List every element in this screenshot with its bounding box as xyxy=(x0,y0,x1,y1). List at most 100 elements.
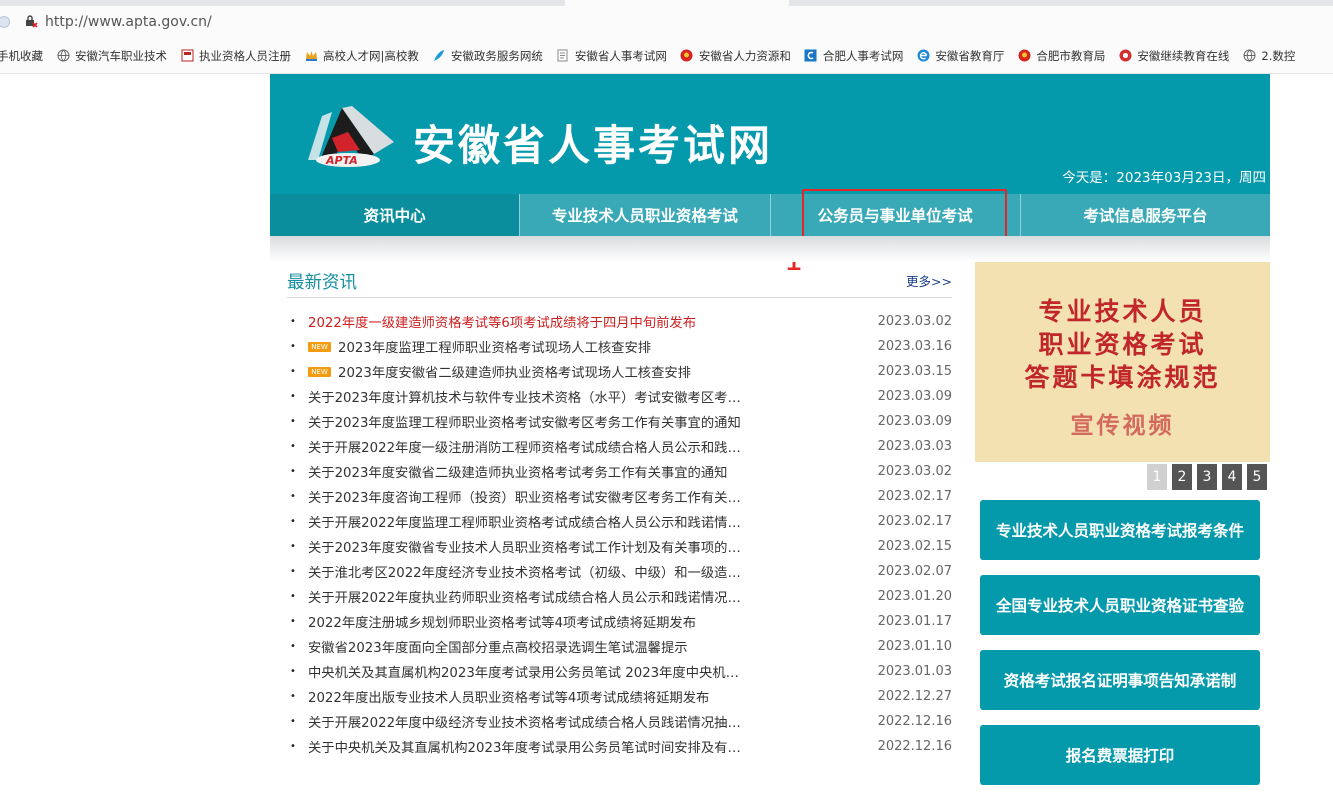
news-item-title[interactable]: 2022年度一级建造师资格考试等6项考试成绩将于四月中旬前发布 xyxy=(308,312,758,331)
bookmark-item[interactable]: 执业资格人员注册 xyxy=(180,48,291,64)
news-item-title[interactable]: 安徽省2023年度面向全国部分重点高校招录选调生笔试温馨提示 xyxy=(308,637,758,656)
banner-slide[interactable]: 专业技术人员 职业资格考试 答题卡填涂规范 宣传视频 xyxy=(975,262,1270,462)
news-item[interactable]: • 2022年度一级建造师资格考试等6项考试成绩将于四月中旬前发布 2023.03.… xyxy=(287,309,952,334)
news-item-title[interactable]: 关于2023年度计算机技术与软件专业技术资格（水平）考试安徽考区考… xyxy=(308,387,758,406)
news-item-date: 2023.01.03 xyxy=(877,664,952,679)
news-item[interactable]: • 2022年度出版专业技术人员职业资格考试等4项考试成绩将延期发布 2022.12… xyxy=(287,684,952,709)
news-item[interactable]: • 关于中央机关及其直属机构2023年度考试录用公务员笔试时间安排及有… 2022.… xyxy=(287,734,952,759)
bullet-icon: • xyxy=(290,316,296,327)
bullet-icon: • xyxy=(290,741,296,752)
bookmark-item[interactable]: 合肥市教育局 xyxy=(1017,48,1105,64)
emblem-icon xyxy=(680,49,694,63)
banner-video-label: 宣传视频 xyxy=(1070,413,1175,439)
news-item-date: 2023.03.02 xyxy=(877,464,952,479)
new-badge: NEW xyxy=(308,366,331,377)
news-item-title[interactable]: 关于中央机关及其直属机构2023年度考试录用公务员笔试时间安排及有… xyxy=(308,737,758,756)
news-item-title[interactable]: 2023年度监理工程师职业资格考试现场人工核查安排 xyxy=(338,337,788,356)
news-item-date: 2023.03.16 xyxy=(877,339,952,354)
bookmark-item[interactable]: 安徽省人力资源和 xyxy=(680,48,791,64)
news-item-title[interactable]: 关于2023年度安徽省二级建造师执业资格考试考务工作有关事宜的通知 xyxy=(308,462,758,481)
nav-item-professional-exam[interactable]: 专业技术人员职业资格考试 xyxy=(520,194,771,236)
bookmark-item[interactable]: 合肥人事考试网 xyxy=(804,48,904,64)
banner-page-5[interactable]: 5 xyxy=(1247,464,1267,490)
news-item-title[interactable]: 2023年度安徽省二级建造师执业资格考试现场人工核查安排 xyxy=(338,362,788,381)
bookmark-label: 安徽省人事考试网 xyxy=(574,48,667,63)
news-item-title[interactable]: 关于2023年度监理工程师职业资格考试安徽考区考务工作有关事宜的通知 xyxy=(308,412,758,431)
news-item[interactable]: • 安徽省2023年度面向全国部分重点高校招录选调生笔试温馨提示 2023.01.1… xyxy=(287,634,952,659)
news-item[interactable]: • 关于2023年度安徽省二级建造师执业资格考试考务工作有关事宜的通知 2023.0… xyxy=(287,459,952,484)
news-item-date: 2023.03.09 xyxy=(877,414,952,429)
e-icon xyxy=(916,49,930,63)
not-secure-icon[interactable] xyxy=(24,14,38,31)
news-item-date: 2023.02.17 xyxy=(877,514,952,529)
bookmark-item[interactable]: 手机收藏 xyxy=(0,48,43,64)
bookmark-label: 安徽继续教育在线 xyxy=(1137,48,1230,63)
news-item-title[interactable]: 关于2023年度咨询工程师（投资）职业资格考试安徽考区考务工作有关… xyxy=(308,487,758,506)
nav-item-news-center[interactable]: 资讯中心 xyxy=(270,194,521,236)
bookmark-label: 执业资格人员注册 xyxy=(199,48,291,63)
new-badge: NEW xyxy=(308,341,331,352)
security-indicator-icon[interactable] xyxy=(0,16,10,28)
news-item-title[interactable]: 中央机关及其直属机构2023年度考试录用公务员笔试 2023年度中央机… xyxy=(308,662,758,681)
news-item[interactable]: • 关于开展2022年度监理工程师职业资格考试成绩合格人员公示和践诺情… 2023.… xyxy=(287,509,952,534)
banner-page-2[interactable]: 2 xyxy=(1172,464,1192,490)
news-item-title[interactable]: 关于开展2022年度监理工程师职业资格考试成绩合格人员公示和践诺情… xyxy=(308,512,758,531)
bullet-icon: • xyxy=(290,341,296,352)
news-item-date: 2023.02.15 xyxy=(877,539,952,554)
bookmark-item[interactable]: 安徽省人事考试网 xyxy=(556,48,667,64)
news-item[interactable]: • 2022年度注册城乡规划师职业资格考试等4项考试成绩将延期发布 2023.01.… xyxy=(287,609,952,634)
bookmark-item[interactable]: 2.数控 xyxy=(1242,48,1295,64)
news-item[interactable]: • 关于2023年度计算机技术与软件专业技术资格（水平）考试安徽考区考… 2023.… xyxy=(287,384,952,409)
news-item[interactable]: • 中央机关及其直属机构2023年度考试录用公务员笔试 2023年度中央机… 202… xyxy=(287,659,952,684)
banner-page-4[interactable]: 4 xyxy=(1222,464,1242,490)
news-header: 最新资讯 更多>> xyxy=(287,262,952,298)
address-bar: http://www.apta.gov.cn/ xyxy=(0,6,1333,38)
more-link[interactable]: 更多>> xyxy=(906,271,952,290)
globe-icon xyxy=(1242,49,1256,63)
news-item-title[interactable]: 关于淮北考区2022年度经济专业技术资格考试（初级、中级）和一级造… xyxy=(308,562,758,581)
news-item-title[interactable]: 关于开展2022年度中级经济专业技术资格考试成绩合格人员践诺情况抽… xyxy=(308,712,758,731)
apta-logo[interactable]: APTA xyxy=(302,102,398,170)
side-button-commitment-system[interactable]: 资格考试报名证明事项告知承诺制 xyxy=(980,650,1260,710)
side-button-receipt-print[interactable]: 报名费票据打印 xyxy=(980,725,1260,785)
bookmark-label: 合肥人事考试网 xyxy=(822,48,904,63)
news-item[interactable]: • NEW 2023年度监理工程师职业资格考试现场人工核查安排 2023.03.16 xyxy=(287,334,952,359)
bookmark-item[interactable]: 高校人才网|高校教 xyxy=(304,48,419,64)
news-item-title[interactable]: 2022年度出版专业技术人员职业资格考试等4项考试成绩将延期发布 xyxy=(308,687,758,706)
news-item-title[interactable]: 关于开展2022年度执业药师职业资格考试成绩合格人员公示和践诺情况… xyxy=(308,587,758,606)
banner-page-1[interactable]: 1 xyxy=(1147,464,1167,490)
side-button-exam-conditions[interactable]: 专业技术人员职业资格考试报考条件 xyxy=(980,500,1260,560)
news-item[interactable]: • 关于淮北考区2022年度经济专业技术资格考试（初级、中级）和一级造… 2023.… xyxy=(287,559,952,584)
bookmark-item[interactable]: 安徽继续教育在线 xyxy=(1118,48,1229,64)
crown-icon xyxy=(304,49,318,63)
bookmark-item[interactable]: 安徽汽车职业技术 xyxy=(56,48,167,64)
url-field[interactable]: http://www.apta.gov.cn/ xyxy=(45,14,212,30)
site-header: APTA 安徽省人事考试网 今天是：2023年03月23日，周四 xyxy=(270,74,1270,194)
bookmark-item[interactable]: 安徽省教育厅 xyxy=(916,48,1004,64)
news-item-title[interactable]: 关于开展2022年度一级注册消防工程师资格考试成绩合格人员公示和践… xyxy=(308,437,758,456)
bookmark-item[interactable]: 安徽政务服务网统 xyxy=(432,48,543,64)
news-item-title[interactable]: 2022年度注册城乡规划师职业资格考试等4项考试成绩将延期发布 xyxy=(308,612,758,631)
banner-page-3[interactable]: 3 xyxy=(1197,464,1217,490)
news-item[interactable]: • 关于开展2022年度执业药师职业资格考试成绩合格人员公示和践诺情况… 2023.… xyxy=(287,584,952,609)
side-button-certificate-check[interactable]: 全国专业技术人员职业资格证书查验 xyxy=(980,575,1260,635)
news-item-title[interactable]: 关于2023年度安徽省专业技术人员职业资格考试工作计划及有关事项的… xyxy=(308,537,758,556)
main-nav: 资讯中心 专业技术人员职业资格考试 公务员与事业单位考试 考试信息服务平台 xyxy=(270,194,1270,236)
news-item[interactable]: • 关于开展2022年度中级经济专业技术资格考试成绩合格人员践诺情况抽… 2022.… xyxy=(287,709,952,734)
annotation-highlight-box xyxy=(802,189,1007,240)
news-item[interactable]: • 关于2023年度安徽省专业技术人员职业资格考试工作计划及有关事项的… 2023.… xyxy=(287,534,952,559)
news-item[interactable]: • NEW 2023年度安徽省二级建造师执业资格考试现场人工核查安排 2023.03.… xyxy=(287,359,952,384)
news-section: 最新资讯 更多>> • 2022年度一级建造师资格考试等6项考试成绩将于四月中旬前… xyxy=(287,262,952,759)
news-item[interactable]: • 关于2023年度咨询工程师（投资）职业资格考试安徽考区考务工作有关… 2023.… xyxy=(287,484,952,509)
news-item-date: 2022.12.27 xyxy=(877,689,952,704)
news-item[interactable]: • 关于开展2022年度一级注册消防工程师资格考试成绩合格人员公示和践… 2023.… xyxy=(287,434,952,459)
news-list: • 2022年度一级建造师资格考试等6项考试成绩将于四月中旬前发布 2023.03.… xyxy=(287,309,952,759)
news-item-date: 2023.03.09 xyxy=(877,389,952,404)
news-item[interactable]: • 关于2023年度监理工程师职业资格考试安徽考区考务工作有关事宜的通知 2023.… xyxy=(287,409,952,434)
red-circle-icon xyxy=(1118,49,1132,63)
nav-item-exam-service-platform[interactable]: 考试信息服务平台 xyxy=(1021,194,1270,236)
nav-shadow xyxy=(270,236,1270,262)
bookmark-label: 安徽省教育厅 xyxy=(935,48,1005,63)
bookmark-label: 手机收藏 xyxy=(0,48,43,63)
bullet-icon: • xyxy=(290,366,296,377)
